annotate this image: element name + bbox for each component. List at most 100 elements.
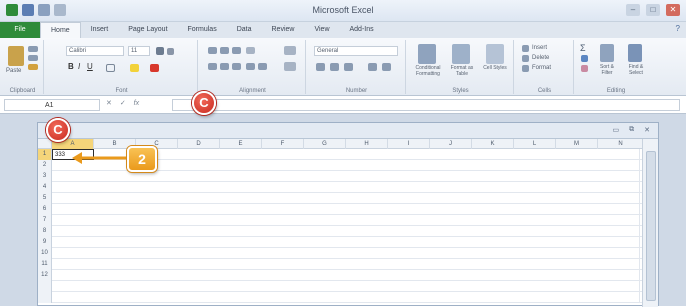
insert-function-icon[interactable]: fx: [134, 100, 139, 107]
merge-center-icon[interactable]: [284, 62, 296, 71]
decrease-indent-icon[interactable]: [246, 63, 255, 70]
cell[interactable]: [52, 171, 640, 182]
bold-button[interactable]: B: [68, 62, 74, 71]
column-header-f[interactable]: F: [262, 139, 304, 149]
enter-icon[interactable]: ✓: [120, 100, 126, 107]
increase-indent-icon[interactable]: [258, 63, 267, 70]
name-box[interactable]: A1: [4, 99, 100, 111]
conditional-formatting-icon[interactable]: [418, 44, 436, 64]
shrink-font-icon[interactable]: [167, 48, 174, 55]
fill-color-icon[interactable]: [130, 64, 139, 72]
row-header-6[interactable]: 6: [38, 204, 52, 215]
row-header-4[interactable]: 4: [38, 182, 52, 193]
find-select-icon[interactable]: [628, 44, 642, 62]
row-header-13[interactable]: [38, 281, 52, 292]
currency-icon[interactable]: [316, 63, 325, 71]
row-header-1[interactable]: 1: [38, 149, 52, 160]
row-header-7[interactable]: 7: [38, 215, 52, 226]
tab-view[interactable]: View: [304, 22, 339, 38]
workbook-close-button[interactable]: ✕: [644, 126, 650, 134]
format-cells-icon[interactable]: [522, 65, 529, 72]
cell[interactable]: [52, 281, 640, 292]
format-as-table-icon[interactable]: [452, 44, 470, 64]
clear-icon[interactable]: [581, 65, 588, 72]
cell[interactable]: [52, 237, 640, 248]
tab-home[interactable]: Home: [40, 22, 81, 38]
tab-add-ins[interactable]: Add-Ins: [340, 22, 384, 38]
cell-styles-icon[interactable]: [486, 44, 504, 64]
font-size-select[interactable]: 11: [128, 46, 150, 56]
column-header-h[interactable]: H: [346, 139, 388, 149]
font-name-select[interactable]: Calibri: [66, 46, 124, 56]
workbook-minimize-button[interactable]: ▭: [613, 126, 620, 134]
cell[interactable]: [52, 193, 640, 204]
autosum-icon[interactable]: Σ: [580, 43, 586, 53]
cancel-icon[interactable]: ✕: [106, 100, 112, 107]
column-header-d[interactable]: D: [178, 139, 220, 149]
underline-button[interactable]: U: [87, 62, 93, 71]
tab-review[interactable]: Review: [262, 22, 305, 38]
percent-icon[interactable]: [330, 63, 339, 71]
font-color-icon[interactable]: [150, 64, 159, 72]
align-center-icon[interactable]: [220, 63, 229, 70]
scrollbar-thumb[interactable]: [646, 151, 656, 301]
tab-page-layout[interactable]: Page Layout: [118, 22, 177, 38]
row-header-9[interactable]: 9: [38, 237, 52, 248]
tab-file[interactable]: File: [0, 22, 40, 38]
column-header-l[interactable]: L: [514, 139, 556, 149]
close-button[interactable]: ✕: [666, 4, 680, 16]
paste-icon[interactable]: [8, 46, 24, 66]
fill-icon[interactable]: [581, 55, 588, 62]
tab-formulas[interactable]: Formulas: [178, 22, 227, 38]
column-header-m[interactable]: M: [556, 139, 598, 149]
cell[interactable]: [52, 215, 640, 226]
column-header-j[interactable]: J: [430, 139, 472, 149]
column-header-n[interactable]: N: [598, 139, 644, 149]
cell[interactable]: [52, 259, 640, 270]
align-right-icon[interactable]: [232, 63, 241, 70]
format-cells-label[interactable]: Format: [532, 65, 551, 71]
row-header-5[interactable]: 5: [38, 193, 52, 204]
row-header-2[interactable]: 2: [38, 160, 52, 171]
cell[interactable]: [52, 248, 640, 259]
grow-font-icon[interactable]: [156, 47, 164, 55]
italic-button[interactable]: I: [78, 62, 80, 71]
help-icon[interactable]: ?: [676, 24, 680, 33]
cell[interactable]: [52, 292, 640, 303]
tab-insert[interactable]: Insert: [81, 22, 119, 38]
column-header-i[interactable]: I: [388, 139, 430, 149]
align-bottom-icon[interactable]: [232, 47, 241, 54]
wrap-text-icon[interactable]: [284, 46, 296, 55]
cell[interactable]: [52, 204, 640, 215]
minimize-button[interactable]: –: [626, 4, 640, 16]
maximize-button[interactable]: □: [646, 4, 660, 16]
delete-cells-icon[interactable]: [522, 55, 529, 62]
column-header-g[interactable]: G: [304, 139, 346, 149]
cell[interactable]: [52, 226, 640, 237]
delete-cells-label[interactable]: Delete: [532, 55, 549, 61]
select-all-corner[interactable]: [38, 139, 52, 149]
vertical-scrollbar[interactable]: [642, 139, 658, 307]
number-format-select[interactable]: General: [314, 46, 398, 56]
row-header-14[interactable]: [38, 292, 52, 303]
increase-decimal-icon[interactable]: [368, 63, 377, 71]
comma-style-icon[interactable]: [344, 63, 353, 71]
formula-input[interactable]: [172, 99, 680, 111]
column-header-e[interactable]: E: [220, 139, 262, 149]
orientation-icon[interactable]: [246, 47, 255, 54]
align-left-icon[interactable]: [208, 63, 217, 70]
align-middle-icon[interactable]: [220, 47, 229, 54]
cell[interactable]: [52, 182, 640, 193]
row-header-8[interactable]: 8: [38, 226, 52, 237]
insert-cells-label[interactable]: Insert: [532, 45, 547, 51]
cell[interactable]: [52, 270, 640, 281]
workbook-restore-button[interactable]: ⧉: [629, 126, 634, 134]
tab-data[interactable]: Data: [227, 22, 262, 38]
row-header-11[interactable]: 11: [38, 259, 52, 270]
align-top-icon[interactable]: [208, 47, 217, 54]
insert-cells-icon[interactable]: [522, 45, 529, 52]
row-header-12[interactable]: 12: [38, 270, 52, 281]
format-painter-icon[interactable]: [28, 64, 38, 70]
row-header-10[interactable]: 10: [38, 248, 52, 259]
borders-icon[interactable]: [106, 64, 115, 72]
